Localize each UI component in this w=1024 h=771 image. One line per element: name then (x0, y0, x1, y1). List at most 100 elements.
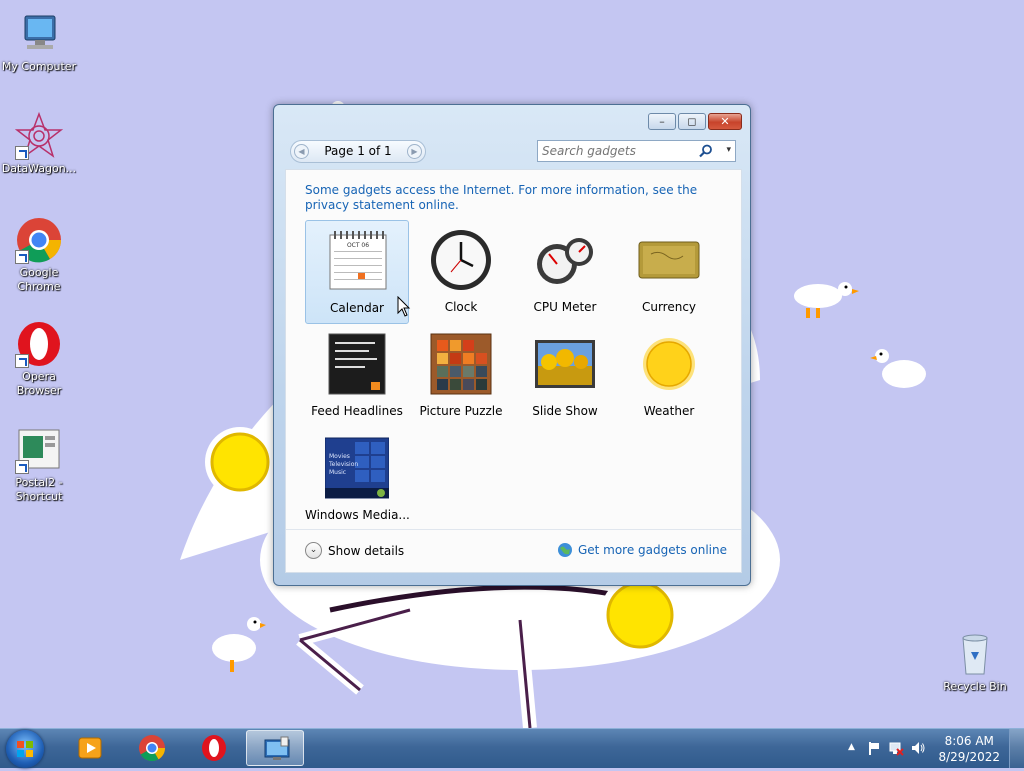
gadget-gallery-window: – ◻ ✕ ◀ Page 1 of 1 ▶ ▾ Some gadgets acc… (273, 104, 751, 586)
desktop-icon-opera-browser[interactable]: Opera Browser (1, 320, 77, 398)
show-hidden-icons-button[interactable]: ▲ (848, 742, 855, 752)
gadget-windows-media-center[interactable]: Movies Television Music Windows Media... (305, 428, 410, 532)
globe-icon (557, 543, 572, 557)
slide-show-icon (535, 340, 595, 388)
gadget-name: Currency (641, 300, 697, 314)
shortcut-arrow-icon (15, 354, 29, 368)
gadget-cpu-meter[interactable]: CPU Meter (513, 220, 617, 324)
shortcut-arrow-icon (15, 460, 29, 474)
media-menu-television: Television (328, 461, 358, 468)
gadgets-icon (264, 736, 290, 760)
search-dropdown-button[interactable]: ▾ (726, 145, 731, 155)
volume-icon[interactable] (910, 740, 926, 756)
calendar-month-label: OCT 06 (347, 242, 369, 249)
chrome-icon (139, 735, 166, 762)
show-desktop-button[interactable] (1009, 729, 1024, 768)
taskbar-opera[interactable] (184, 730, 242, 766)
show-details-label: Show details (328, 543, 405, 558)
windows-logo-icon (17, 741, 33, 757)
shortcut-arrow-icon (15, 250, 29, 264)
gadget-slide-show[interactable]: Slide Show (513, 324, 617, 428)
gadget-name: Feed Headlines (311, 404, 403, 418)
page-navigator: ◀ Page 1 of 1 ▶ (290, 140, 426, 163)
taskbar: ▲ 8:06 AM 8/29/2022 (0, 728, 1024, 768)
sun-icon (643, 338, 695, 390)
opera-icon (202, 735, 226, 761)
taskbar-chrome[interactable] (122, 730, 180, 766)
minimize-icon: – (659, 115, 665, 128)
desktop-icon-google-chrome[interactable]: Google Chrome (1, 216, 77, 294)
desktop-icon-label: Opera Browser (16, 370, 62, 397)
postal2-icon (15, 426, 63, 474)
gadget-clock[interactable]: Clock (409, 220, 513, 324)
get-more-gadgets-label: Get more gadgets online (577, 543, 727, 557)
gadget-name: Windows Media... (305, 508, 410, 522)
currency-icon (638, 241, 700, 279)
desktop-icon-datawagon[interactable]: DataWagon... (1, 111, 77, 176)
gadget-name: Clock (444, 300, 478, 314)
desktop-icon-label: Recycle Bin (943, 680, 1007, 693)
clock-time: 8:06 AM (944, 734, 994, 748)
gadget-currency[interactable]: Currency (617, 220, 721, 324)
calendar-icon: OCT 06 (329, 231, 387, 290)
desktop-icon-my-computer[interactable]: My Computer (1, 10, 77, 74)
gadget-feed-headlines[interactable]: Feed Headlines (305, 324, 409, 428)
chevron-down-icon: ⌄ (305, 542, 322, 559)
minimize-button[interactable]: – (648, 113, 676, 130)
desktop-icon-label: Google Chrome (17, 266, 61, 293)
taskbar-gadgets[interactable] (246, 730, 304, 766)
privacy-notice-link[interactable]: Some gadgets access the Internet. For mo… (305, 183, 725, 213)
clock-date: 8/29/2022 (938, 750, 1000, 764)
get-more-gadgets-link[interactable]: Get more gadgets online (557, 542, 727, 558)
chevron-right-icon: ▶ (411, 147, 418, 156)
gadget-calendar[interactable]: OCT 06 Calendar (305, 220, 409, 324)
mouse-cursor-icon (397, 296, 411, 317)
start-button[interactable] (6, 730, 44, 768)
show-details-button[interactable]: ⌄ Show details (305, 542, 404, 559)
action-center-flag-icon[interactable] (866, 740, 882, 756)
gadget-name: Picture Puzzle (419, 404, 503, 418)
opera-icon (15, 320, 63, 368)
shortcut-arrow-icon (15, 146, 29, 160)
page-label: Page 1 of 1 (324, 144, 392, 158)
gadget-weather[interactable]: Weather (617, 324, 721, 428)
system-tray: ▲ 8:06 AM 8/29/2022 (838, 729, 1024, 768)
gadget-name: CPU Meter (533, 300, 597, 314)
computer-icon (15, 10, 63, 58)
taskbar-media-player[interactable] (60, 730, 118, 766)
restore-button[interactable]: ◻ (678, 113, 706, 130)
media-menu-movies: Movies (329, 453, 350, 460)
desktop-icon-label: Postal2 - Shortcut (15, 476, 63, 503)
media-center-icon: Movies Television Music (325, 437, 389, 499)
desktop-icon-postal2[interactable]: Postal2 - Shortcut (1, 426, 77, 504)
restore-icon: ◻ (687, 115, 697, 128)
gadget-name: Calendar (330, 301, 384, 315)
close-icon: ✕ (720, 115, 730, 128)
chrome-icon (15, 216, 63, 264)
datawagon-icon (14, 111, 64, 160)
media-menu-music: Music (329, 469, 346, 476)
gadget-name: Slide Show (532, 404, 598, 418)
desktop-icon-label: DataWagon... (1, 162, 77, 175)
desktop-icon-label: My Computer (1, 60, 77, 73)
close-button[interactable]: ✕ (708, 113, 742, 130)
cpu-meter-icon (537, 238, 593, 284)
search-icon[interactable] (699, 144, 713, 158)
gadget-name: Weather (643, 404, 695, 418)
chevron-left-icon: ◀ (298, 147, 305, 156)
desktop-icon-recycle-bin[interactable]: Recycle Bin (937, 630, 1013, 694)
search-box: ▾ (537, 140, 736, 162)
taskbar-clock[interactable]: 8:06 AM 8/29/2022 (938, 733, 1000, 765)
media-player-icon (78, 737, 102, 759)
prev-page-button[interactable]: ◀ (294, 144, 309, 159)
feed-headlines-icon (328, 333, 386, 395)
picture-puzzle-icon (430, 333, 492, 395)
window-controls: – ◻ ✕ (648, 113, 742, 130)
next-page-button[interactable]: ▶ (407, 144, 422, 159)
gallery-footer: ⌄ Show details Get more gadgets online (286, 529, 741, 572)
gadget-picture-puzzle[interactable]: Picture Puzzle (409, 324, 513, 428)
recycle-bin-icon (951, 630, 999, 678)
search-input[interactable] (542, 143, 692, 159)
network-disconnected-icon[interactable] (888, 740, 904, 756)
gadget-gallery-pane: Some gadgets access the Internet. For mo… (285, 169, 742, 573)
